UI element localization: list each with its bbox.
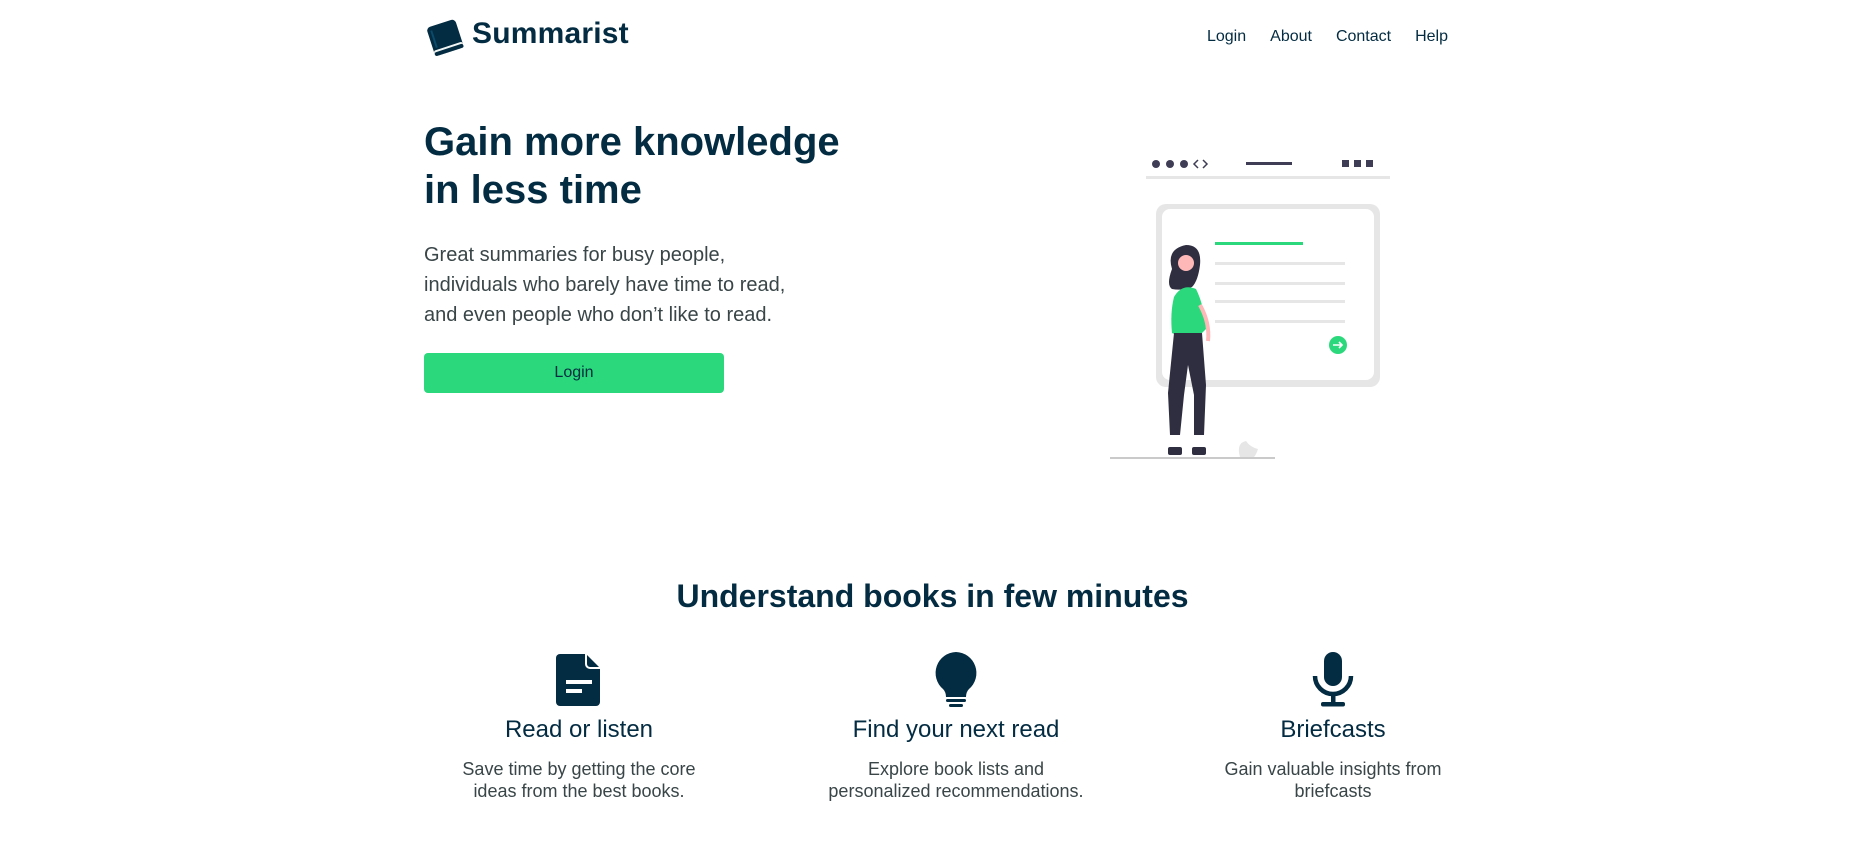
feature-description: Save time by getting the core ideas from…: [462, 759, 696, 801]
book-logo-icon: [427, 19, 464, 56]
feature-briefcasts: Briefcasts Gain valuable insights from b…: [1178, 650, 1488, 802]
lightbulb-icon: [935, 652, 977, 707]
nav-links: Login About Contact Help: [1183, 28, 1448, 46]
microphone-icon: [1312, 652, 1354, 707]
logo-link[interactable]: Summarist: [424, 14, 629, 60]
nav-link-contact[interactable]: Contact: [1336, 28, 1391, 46]
features-list: Read or listen Save time by getting the …: [424, 650, 1488, 802]
nav-link-about[interactable]: About: [1270, 28, 1312, 46]
feature-title: Find your next read: [852, 716, 1060, 743]
top-nav: Summarist Login About Contact Help: [424, 14, 1448, 64]
woman-reading-screen-illustration: [1110, 159, 1390, 459]
hero-login-button[interactable]: Login: [424, 353, 724, 393]
feature-read-or-listen: Read or listen Save time by getting the …: [424, 650, 734, 802]
hero-subtitle: Great summaries for busy people, individ…: [424, 244, 786, 326]
document-icon: [556, 654, 600, 706]
nav-link-login[interactable]: Login: [1207, 28, 1246, 46]
hero-title: Gain more knowledge in less time: [424, 120, 840, 212]
feature-description: Gain valuable insights from briefcasts: [1224, 759, 1442, 801]
feature-title: Briefcasts: [1280, 716, 1386, 743]
nav-link-help[interactable]: Help: [1415, 28, 1448, 46]
feature-find-your-next-read: Find your next read Explore book lists a…: [801, 650, 1111, 802]
features-title: Understand books in few minutes: [676, 578, 1189, 614]
feature-title: Read or listen: [504, 716, 654, 743]
feature-description: Explore book lists and personalized reco…: [828, 759, 1084, 801]
brand-name: Summarist: [472, 17, 629, 50]
